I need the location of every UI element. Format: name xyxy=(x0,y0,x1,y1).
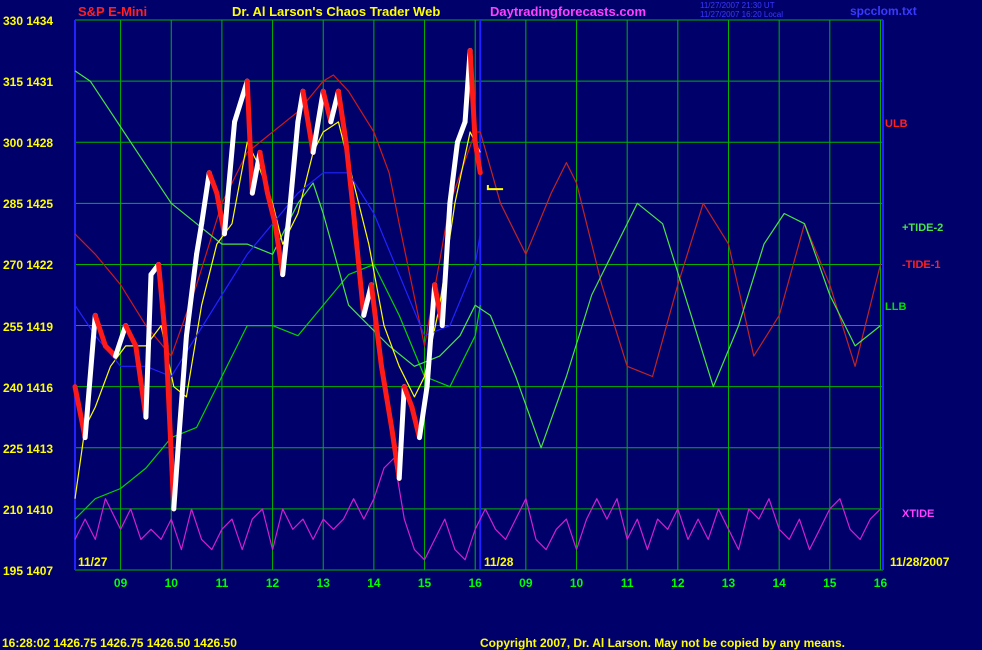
price-segment xyxy=(454,119,468,145)
price-segment xyxy=(300,88,316,155)
ulb-line xyxy=(74,74,481,357)
price-segment xyxy=(335,88,349,145)
price-segment xyxy=(280,200,293,278)
price-segment xyxy=(143,272,154,420)
price-segment xyxy=(244,78,255,196)
price-segment xyxy=(183,251,200,339)
price-segment xyxy=(206,170,220,196)
price-segment xyxy=(171,435,182,512)
llb-line xyxy=(74,263,481,520)
price-segment xyxy=(199,170,212,227)
price-segment xyxy=(416,384,430,441)
price-segment xyxy=(287,119,301,206)
price-segment xyxy=(123,323,139,349)
price-segment xyxy=(396,384,407,481)
price-segment xyxy=(378,363,395,430)
price-segment xyxy=(467,48,478,145)
tide1-forecast-line xyxy=(479,131,882,378)
chart-plot-area xyxy=(72,19,884,571)
price-segment xyxy=(194,221,205,257)
price-segment xyxy=(82,312,98,441)
